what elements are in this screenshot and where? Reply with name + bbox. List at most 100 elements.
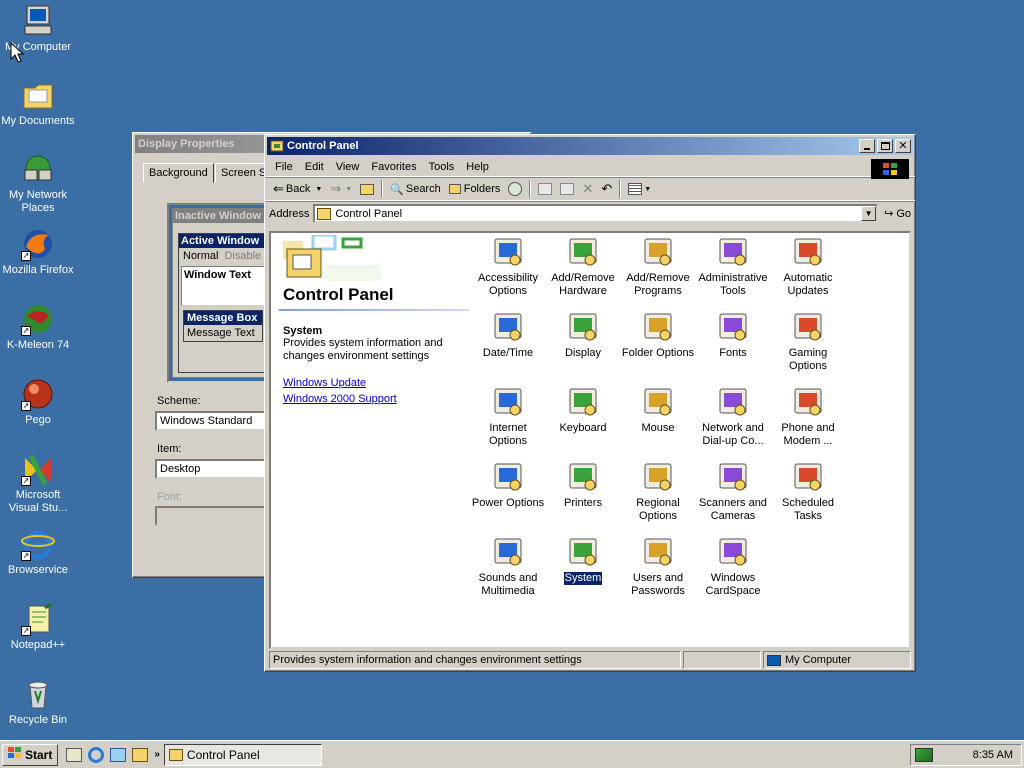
desktop-icon-recycle-bin[interactable]: Recycle Bin	[0, 677, 76, 727]
menu-favorites[interactable]: Favorites	[365, 161, 422, 173]
windows-logo-icon	[8, 747, 22, 762]
cp-item-admin-tools[interactable]: Administrative Tools	[696, 235, 770, 298]
cp-item-globe[interactable]: Regional Options	[621, 460, 695, 523]
windows-2000-support-link[interactable]: Windows 2000 Support	[283, 391, 471, 407]
menu-tools[interactable]: Tools	[423, 161, 461, 173]
cp-item-date-time[interactable]: Date/Time	[471, 310, 545, 360]
ie-icon[interactable]	[88, 746, 105, 763]
desktop-icon-visual-studio[interactable]: ↗ Microsoft Visual Stu...	[0, 452, 76, 515]
mouse-icon	[641, 385, 675, 419]
cp-item-label: Add/Remove Hardware	[551, 272, 615, 297]
move-to-button[interactable]	[534, 179, 556, 199]
desktop-icon-my-documents[interactable]: My Documents	[0, 78, 76, 128]
go-button[interactable]: ↪ Go	[880, 204, 915, 224]
cp-item-label: Keyboard	[559, 422, 607, 434]
cp-item-keyboard[interactable]: Keyboard	[546, 385, 620, 435]
forward-button[interactable]: ⇒ ▼	[326, 179, 356, 199]
go-arrow-icon: ↪	[884, 208, 894, 220]
views-button[interactable]: ▼	[624, 179, 655, 199]
control-panel-titlebar[interactable]: Control Panel ✕	[267, 137, 913, 155]
cp-item-label: Automatic Updates	[783, 272, 833, 297]
close-button[interactable]: ✕	[895, 139, 911, 153]
up-folder-button[interactable]	[356, 179, 378, 199]
cp-item-system[interactable]: System	[546, 535, 620, 585]
tab-background[interactable]: Background	[143, 163, 214, 183]
desktop-icon-notepad[interactable]: ↗ Notepad++	[0, 602, 76, 652]
cp-item-programs[interactable]: Add/Remove Programs	[621, 235, 695, 298]
cp-item-printer[interactable]: Printers	[546, 460, 620, 510]
clock[interactable]: 8:35 AM	[973, 749, 1013, 761]
shortcut-arrow-icon: ↗	[21, 326, 31, 336]
fonts-icon	[716, 310, 750, 344]
cp-item-sound[interactable]: Sounds and Multimedia	[471, 535, 545, 598]
menu-edit[interactable]: Edit	[299, 161, 330, 173]
cp-item-folder-options[interactable]: Folder Options	[621, 310, 695, 360]
preview-inactive-window: Inactive Window Active Window Normal Dis…	[172, 208, 268, 378]
windows-update-link[interactable]: Windows Update	[283, 375, 471, 391]
address-input[interactable]: Control Panel ▼	[313, 204, 879, 223]
maximize-button[interactable]	[877, 139, 893, 153]
menu-view[interactable]: View	[330, 161, 366, 173]
copy-to-icon	[560, 183, 575, 195]
desktop-icon-firefox[interactable]: ↗ Mozilla Firefox	[0, 227, 76, 277]
history-button[interactable]	[504, 179, 526, 199]
font-select	[155, 506, 275, 526]
item-select[interactable]: Desktop	[155, 459, 275, 479]
up-folder-icon	[360, 183, 375, 195]
back-button[interactable]: ⇐ Back ▼	[269, 179, 326, 199]
scheme-select[interactable]: Windows Standard	[155, 411, 275, 431]
media-player-icon[interactable]	[132, 747, 149, 762]
cp-item-label: Users and Passwords	[631, 572, 685, 597]
cp-item-accessibility[interactable]: Accessibility Options	[471, 235, 545, 298]
computer-icon	[767, 654, 781, 666]
search-button[interactable]: 🔍 Search	[386, 179, 445, 199]
notepad-icon: ↗	[21, 602, 55, 636]
quick-launch-chevron-icon[interactable]: »	[154, 749, 160, 760]
chevron-down-icon: ▼	[345, 185, 353, 193]
page-title: Control Panel	[283, 285, 394, 304]
cp-item-phone[interactable]: Phone and Modem ...	[771, 385, 845, 448]
cp-item-label: Administrative Tools	[698, 272, 768, 297]
cp-item-fonts[interactable]: Fonts	[696, 310, 770, 360]
chevron-down-icon: ▼	[644, 185, 652, 193]
taskbar-button-control-panel[interactable]: Control Panel	[163, 743, 322, 766]
cp-item-users[interactable]: Users and Passwords	[621, 535, 695, 598]
delete-button[interactable]: ✕	[578, 179, 597, 199]
control-panel-window[interactable]: Control Panel ✕ File Edit View Favorites…	[264, 134, 916, 672]
cp-item-hardware[interactable]: Add/Remove Hardware	[546, 235, 620, 298]
copy-to-button[interactable]	[556, 179, 578, 199]
outlook-express-icon[interactable]	[110, 747, 127, 762]
minimize-button[interactable]	[859, 139, 875, 153]
start-button[interactable]: Start	[2, 743, 59, 766]
selected-item-description: Provides system information and changes …	[283, 337, 443, 362]
system-icon	[566, 535, 600, 569]
desktop-icon-browservice[interactable]: ↗ Browservice	[0, 527, 76, 577]
address-dropdown-button[interactable]: ▼	[861, 206, 877, 221]
network-connections-icon	[716, 385, 750, 419]
cp-item-gaming[interactable]: Gaming Options	[771, 310, 845, 373]
windows-logo-icon	[871, 159, 909, 179]
desktop-icon-my-network-places[interactable]: My Network Places	[0, 152, 76, 215]
undo-button[interactable]: ↶	[597, 179, 616, 199]
cp-item-power[interactable]: Power Options	[471, 460, 545, 510]
cp-item-windows-update[interactable]: Automatic Updates	[771, 235, 845, 298]
network-tray-icon[interactable]	[915, 748, 933, 762]
menu-help[interactable]: Help	[460, 161, 495, 173]
preview-active-window: Active Window Normal Disable Window Text…	[178, 233, 268, 373]
show-desktop-icon[interactable]	[66, 747, 83, 762]
desktop-icon-kmeleon[interactable]: ↗ K-Meleon 74	[0, 302, 76, 352]
cp-item-network-connections[interactable]: Network and Dial-up Co...	[696, 385, 770, 448]
cp-item-scanner[interactable]: Scanners and Cameras	[696, 460, 770, 523]
cp-item-cardspace[interactable]: Windows CardSpace	[696, 535, 770, 598]
cp-item-scheduled-tasks[interactable]: Scheduled Tasks	[771, 460, 845, 523]
heading-rule	[279, 309, 469, 311]
menu-file[interactable]: File	[269, 161, 299, 173]
cp-item-label: Folder Options	[621, 347, 695, 359]
cp-item-internet[interactable]: Internet Options	[471, 385, 545, 448]
cp-item-display[interactable]: Display	[546, 310, 620, 360]
control-panel-icon	[168, 748, 183, 761]
views-icon	[628, 183, 643, 195]
cp-item-mouse[interactable]: Mouse	[621, 385, 695, 435]
folders-button[interactable]: Folders	[445, 179, 505, 199]
desktop-icon-pego[interactable]: ↗ Pego	[0, 377, 76, 427]
